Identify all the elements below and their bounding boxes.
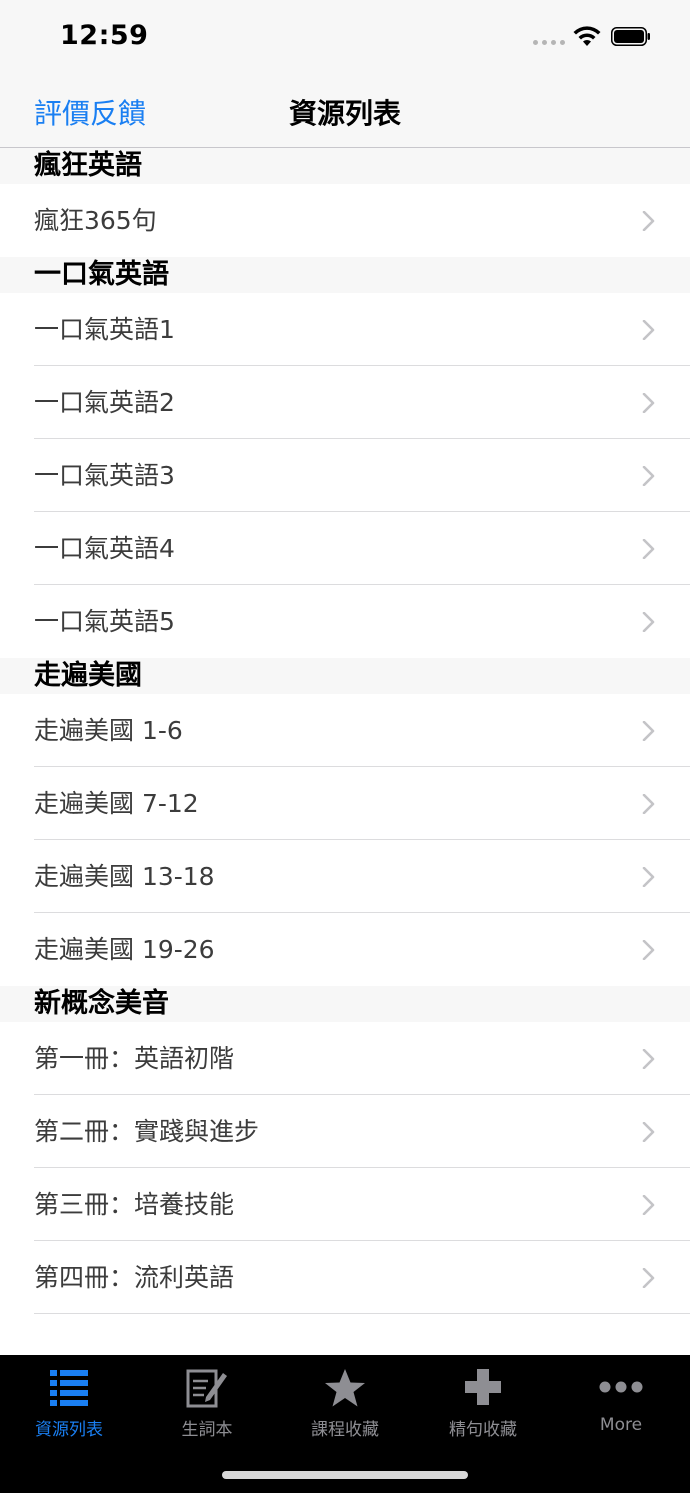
chevron-right-icon <box>642 320 655 340</box>
tab-more[interactable]: More <box>552 1355 690 1455</box>
section-header: 瘋狂英語 <box>0 148 690 184</box>
tab-vocabulary[interactable]: 生詞本 <box>138 1355 276 1455</box>
chevron-right-icon <box>642 1049 655 1069</box>
list-item-label: 第四冊：流利英語 <box>34 1263 235 1292</box>
tab-label: 生詞本 <box>181 1420 233 1440</box>
section-header-label: 一口氣英語 <box>34 259 169 290</box>
chevron-right-icon <box>642 393 655 413</box>
list-item[interactable]: 第一冊：英語初階 <box>0 1022 690 1095</box>
section-header-label: 瘋狂英語 <box>34 150 142 181</box>
list-item[interactable]: 一口氣英語4 <box>0 512 690 585</box>
tab-label: 課程收藏 <box>311 1420 379 1440</box>
plus-icon <box>465 1369 501 1405</box>
list-item-label: 一口氣英語1 <box>34 315 175 344</box>
list-item-label: 第三冊：培養技能 <box>34 1190 235 1219</box>
list-item[interactable]: 一口氣英語2 <box>0 366 690 439</box>
list-item-label: 一口氣英語3 <box>34 461 175 490</box>
page-title: 資源列表 <box>288 97 401 130</box>
list-item-label: 一口氣英語5 <box>34 607 175 636</box>
chevron-right-icon <box>642 612 655 632</box>
notebook-edit-icon <box>186 1369 227 1408</box>
list-item[interactable]: 走遍美國 7-12 <box>0 767 690 840</box>
list-item[interactable]: 走遍美國 19-26 <box>0 913 690 986</box>
section-header-label: 走遍美國 <box>34 660 142 691</box>
chevron-right-icon <box>642 211 655 231</box>
status-bar: 12:59 <box>0 0 690 72</box>
star-icon <box>325 1369 365 1407</box>
tab-label: 資源列表 <box>35 1420 103 1440</box>
list-item[interactable]: 第四冊：流利英語 <box>0 1241 690 1314</box>
list-item-label: 走遍美國 13-18 <box>34 862 215 891</box>
tab-resource-list[interactable]: 資源列表 <box>0 1355 138 1455</box>
tab-label: More <box>599 1415 643 1435</box>
chevron-right-icon <box>642 794 655 814</box>
list-item-label: 一口氣英語4 <box>34 534 175 563</box>
tab-course-favorites[interactable]: 課程收藏 <box>276 1355 414 1455</box>
chevron-right-icon <box>642 867 655 887</box>
list-icon <box>50 1370 88 1406</box>
section-header: 一口氣英語 <box>0 257 690 293</box>
list-item[interactable]: 瘋狂365句 <box>0 184 690 257</box>
section-header: 走遍美國 <box>0 658 690 694</box>
navigation-bar: 評價反饋 資源列表 <box>0 72 690 148</box>
list-item[interactable]: 走遍美國 1-6 <box>0 694 690 767</box>
list-item[interactable]: 一口氣英語1 <box>0 293 690 366</box>
list-item-label: 走遍美國 7-12 <box>34 789 199 818</box>
resource-list: 瘋狂英語瘋狂365句 一口氣英語一口氣英語1 一口氣英語2 一口氣英語3 一口氣英語4 一… <box>0 148 690 1314</box>
chevron-right-icon <box>642 466 655 486</box>
wifi-icon <box>573 26 601 46</box>
list-item-label: 走遍美國 1-6 <box>34 716 183 745</box>
chevron-right-icon <box>642 1122 655 1142</box>
list-item-label: 第一冊：英語初階 <box>34 1044 235 1073</box>
battery-icon <box>611 27 650 46</box>
chevron-right-icon <box>642 539 655 559</box>
chevron-right-icon <box>642 940 655 960</box>
tab-label: 精句收藏 <box>449 1420 517 1440</box>
cellular-signal-icon <box>533 40 565 46</box>
list-item[interactable]: 一口氣英語3 <box>0 439 690 512</box>
list-item-label: 一口氣英語2 <box>34 388 175 417</box>
section-header-label: 新概念美音 <box>34 988 169 1019</box>
list-item-label: 走遍美國 19-26 <box>34 935 215 964</box>
tab-sentence-favorites[interactable]: 精句收藏 <box>414 1355 552 1455</box>
chevron-right-icon <box>642 1268 655 1288</box>
list-item-label: 瘋狂365句 <box>34 206 157 235</box>
section-header: 新概念美音 <box>0 986 690 1022</box>
status-time: 12:59 <box>60 20 149 51</box>
more-dots-icon <box>599 1381 643 1393</box>
chevron-right-icon <box>642 1195 655 1215</box>
list-item[interactable]: 第三冊：培養技能 <box>0 1168 690 1241</box>
home-indicator <box>222 1471 468 1479</box>
list-item[interactable]: 走遍美國 13-18 <box>0 840 690 913</box>
list-item[interactable]: 一口氣英語5 <box>0 585 690 658</box>
list-item[interactable]: 第二冊：實踐與進步 <box>0 1095 690 1168</box>
chevron-right-icon <box>642 721 655 741</box>
list-item-label: 第二冊：實踐與進步 <box>34 1117 260 1146</box>
